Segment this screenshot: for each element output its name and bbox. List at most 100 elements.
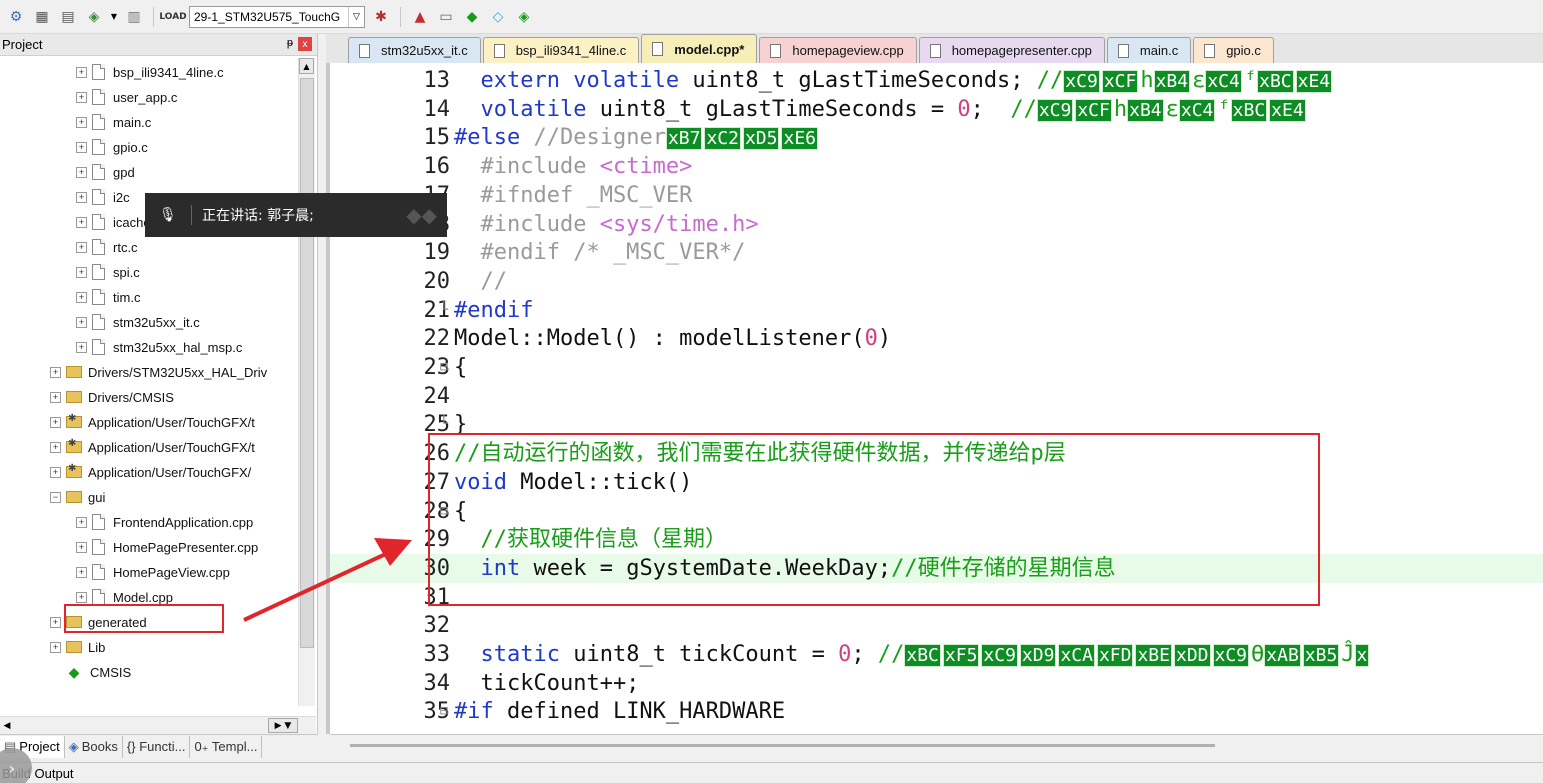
pack-installer-icon[interactable]: ⚙ [6, 7, 26, 27]
expand-icon[interactable]: + [76, 566, 87, 578]
tree-item[interactable]: + Lib [50, 636, 105, 658]
tree-item[interactable]: + rtc.c [76, 236, 138, 258]
code-line[interactable]: 14 volatile uint8_t gLastTimeSeconds = 0… [330, 95, 1543, 124]
target-select[interactable]: 29-1_STM32U575_TouchG ▽ [189, 5, 365, 28]
expand-icon[interactable]: + [76, 291, 87, 303]
expand-icon[interactable]: + [76, 216, 87, 228]
expand-icon[interactable]: + [76, 116, 87, 128]
scroll-left-icon[interactable]: ◀ [0, 718, 14, 733]
tree-item[interactable]: − gui [50, 486, 105, 508]
fold-marker-icon[interactable]: ⊟ [437, 497, 451, 526]
editor-scroll-thumb[interactable] [350, 744, 1215, 747]
tree-item[interactable]: + Application/User/TouchGFX/ [50, 461, 251, 483]
editor-tab[interactable]: bsp_ili9341_4line.c [482, 37, 640, 63]
fold-marker-icon[interactable]: └ [437, 410, 451, 439]
collapse-icon[interactable]: − [50, 491, 61, 503]
tree-item[interactable]: + Model.cpp [76, 586, 173, 608]
expand-icon[interactable]: + [76, 266, 87, 278]
fold-marker-icon[interactable]: └ [437, 296, 451, 325]
code-line[interactable]: 33 static uint8_t tickCount = 0; //xBC xF… [330, 640, 1543, 669]
code-line[interactable]: 23 ⊟{ [330, 353, 1543, 382]
tree-item[interactable]: + gpio.c [76, 136, 148, 158]
magic-wand-icon[interactable]: ✱ [371, 7, 391, 27]
tree-item[interactable]: + Application/User/TouchGFX/t [50, 436, 255, 458]
code-line[interactable]: 25 └} [330, 410, 1543, 439]
close-icon[interactable]: x [298, 37, 312, 51]
code-line[interactable]: 31 [330, 583, 1543, 612]
panel-tab-books[interactable]: ◈ Books [65, 735, 123, 758]
load-download-icon[interactable]: LOAD [159, 7, 186, 27]
rebuild-icon[interactable]: ▥ [124, 7, 144, 27]
tree-item[interactable]: + gpd [76, 161, 135, 183]
green-diamond-icon[interactable]: ◆ [462, 7, 482, 27]
tree-item[interactable]: + HomePagePresenter.cpp [76, 536, 258, 558]
tree-item[interactable]: + stm32u5xx_hal_msp.c [76, 336, 242, 358]
expand-icon[interactable]: + [76, 516, 87, 528]
code-line[interactable]: 22 Model::Model() : modelListener(0) [330, 324, 1543, 353]
manage-components-icon[interactable]: ▤ [58, 7, 78, 27]
editor-tab[interactable]: main.c [1106, 37, 1192, 63]
chevron-down-icon[interactable]: ▽ [348, 6, 364, 27]
select-software-packs-icon[interactable]: ◈ [84, 7, 104, 27]
editor-tab[interactable]: homepageview.cpp [759, 37, 917, 63]
expand-icon[interactable]: + [50, 391, 61, 403]
tree-item[interactable]: + stm32u5xx_it.c [76, 311, 200, 333]
expand-icon[interactable]: + [76, 541, 87, 553]
tree-item[interactable]: + generated [50, 611, 147, 633]
code-line[interactable]: 24 [330, 382, 1543, 411]
layers-icon[interactable]: ▭ [436, 7, 456, 27]
expand-icon[interactable]: + [76, 166, 87, 178]
tree-item[interactable]: + tim.c [76, 286, 140, 308]
build-output-label[interactable]: Build Output [0, 762, 1543, 783]
tree-item[interactable]: + Application/User/TouchGFX/t [50, 411, 255, 433]
expand-icon[interactable]: + [76, 66, 87, 78]
tree-vertical-scrollbar[interactable]: ▲ [298, 58, 315, 706]
expand-icon[interactable]: + [50, 441, 61, 453]
panel-tab-templates[interactable]: 0₊ Templ... [190, 735, 263, 758]
scroll-thumb[interactable] [300, 78, 314, 648]
tree-item[interactable]: + i2c [76, 186, 130, 208]
code-line[interactable]: 29 //获取硬件信息（星期） [330, 525, 1543, 554]
dropdown-arrow-icon[interactable]: ▼ [110, 7, 118, 27]
editor-horizontal-scrollbar[interactable] [330, 734, 1543, 758]
code-line[interactable]: 35 ⊟ #if defined LINK_HARDWARE [330, 697, 1543, 726]
pin-icon[interactable]: ᵽ [287, 37, 293, 49]
expand-icon[interactable]: + [50, 641, 61, 653]
expand-icon[interactable]: + [76, 191, 87, 203]
expand-icon[interactable]: + [50, 416, 61, 428]
code-line[interactable]: 32 [330, 611, 1543, 640]
code-line[interactable]: 18 #include <sys/time.h> [330, 210, 1543, 239]
tree-item[interactable]: + HomePageView.cpp [76, 561, 230, 583]
tree-item[interactable]: + FrontendApplication.cpp [76, 511, 253, 533]
code-line[interactable]: 16 #include <ctime> [330, 152, 1543, 181]
scroll-right-icon[interactable]: ▶ ▼ [268, 718, 298, 733]
fold-marker-icon[interactable]: ⊟ [437, 697, 451, 726]
editor-tab[interactable]: model.cpp* [641, 34, 758, 63]
code-line[interactable]: 34 tickCount++; [330, 669, 1543, 698]
editor-tab[interactable]: gpio.c [1193, 37, 1274, 63]
compare-icon[interactable]: ◇ [488, 7, 508, 27]
tree-item[interactable]: + Drivers/STM32U5xx_HAL_Driv [50, 361, 267, 383]
code-line[interactable]: 26//自动运行的函数，我们需要在此获得硬件数据，并传递给p层 [330, 439, 1543, 468]
tree-item[interactable]: + user_app.c [76, 86, 177, 108]
expand-icon[interactable]: + [50, 366, 61, 378]
expand-icon[interactable]: + [76, 141, 87, 153]
manage-project-icon[interactable]: ▦ [32, 7, 52, 27]
code-line[interactable]: 28 ⊟{ [330, 497, 1543, 526]
code-line[interactable]: 21 └ #endif [330, 296, 1543, 325]
editor-tab[interactable]: homepagepresenter.cpp [918, 37, 1105, 63]
tree-item[interactable]: + spi.c [76, 261, 140, 283]
code-line[interactable]: 27 void Model::tick() [330, 468, 1543, 497]
code-line[interactable]: 15 #else //Designer xB7 xC2 xD5 xE6 [330, 123, 1543, 152]
code-line[interactable]: 20 // [330, 267, 1543, 296]
panel-tab-functions[interactable]: {} Functi... [123, 735, 191, 758]
expand-icon[interactable]: + [76, 591, 87, 603]
tree-item[interactable]: + main.c [76, 111, 151, 133]
fold-marker-icon[interactable]: ⊟ [437, 353, 451, 382]
code-line[interactable]: 19 #endif /* _MSC_VER*/ [330, 238, 1543, 267]
expand-icon[interactable]: + [50, 616, 61, 628]
code-editor[interactable]: 13 extern volatile uint8_t gLastTimeSeco… [326, 63, 1543, 734]
manage-run-time-icon[interactable]: ▲ [410, 7, 430, 27]
tree-horizontal-scrollbar[interactable]: ◀ ▶ ▼ [0, 716, 316, 734]
scroll-up-icon[interactable]: ▲ [299, 58, 314, 74]
